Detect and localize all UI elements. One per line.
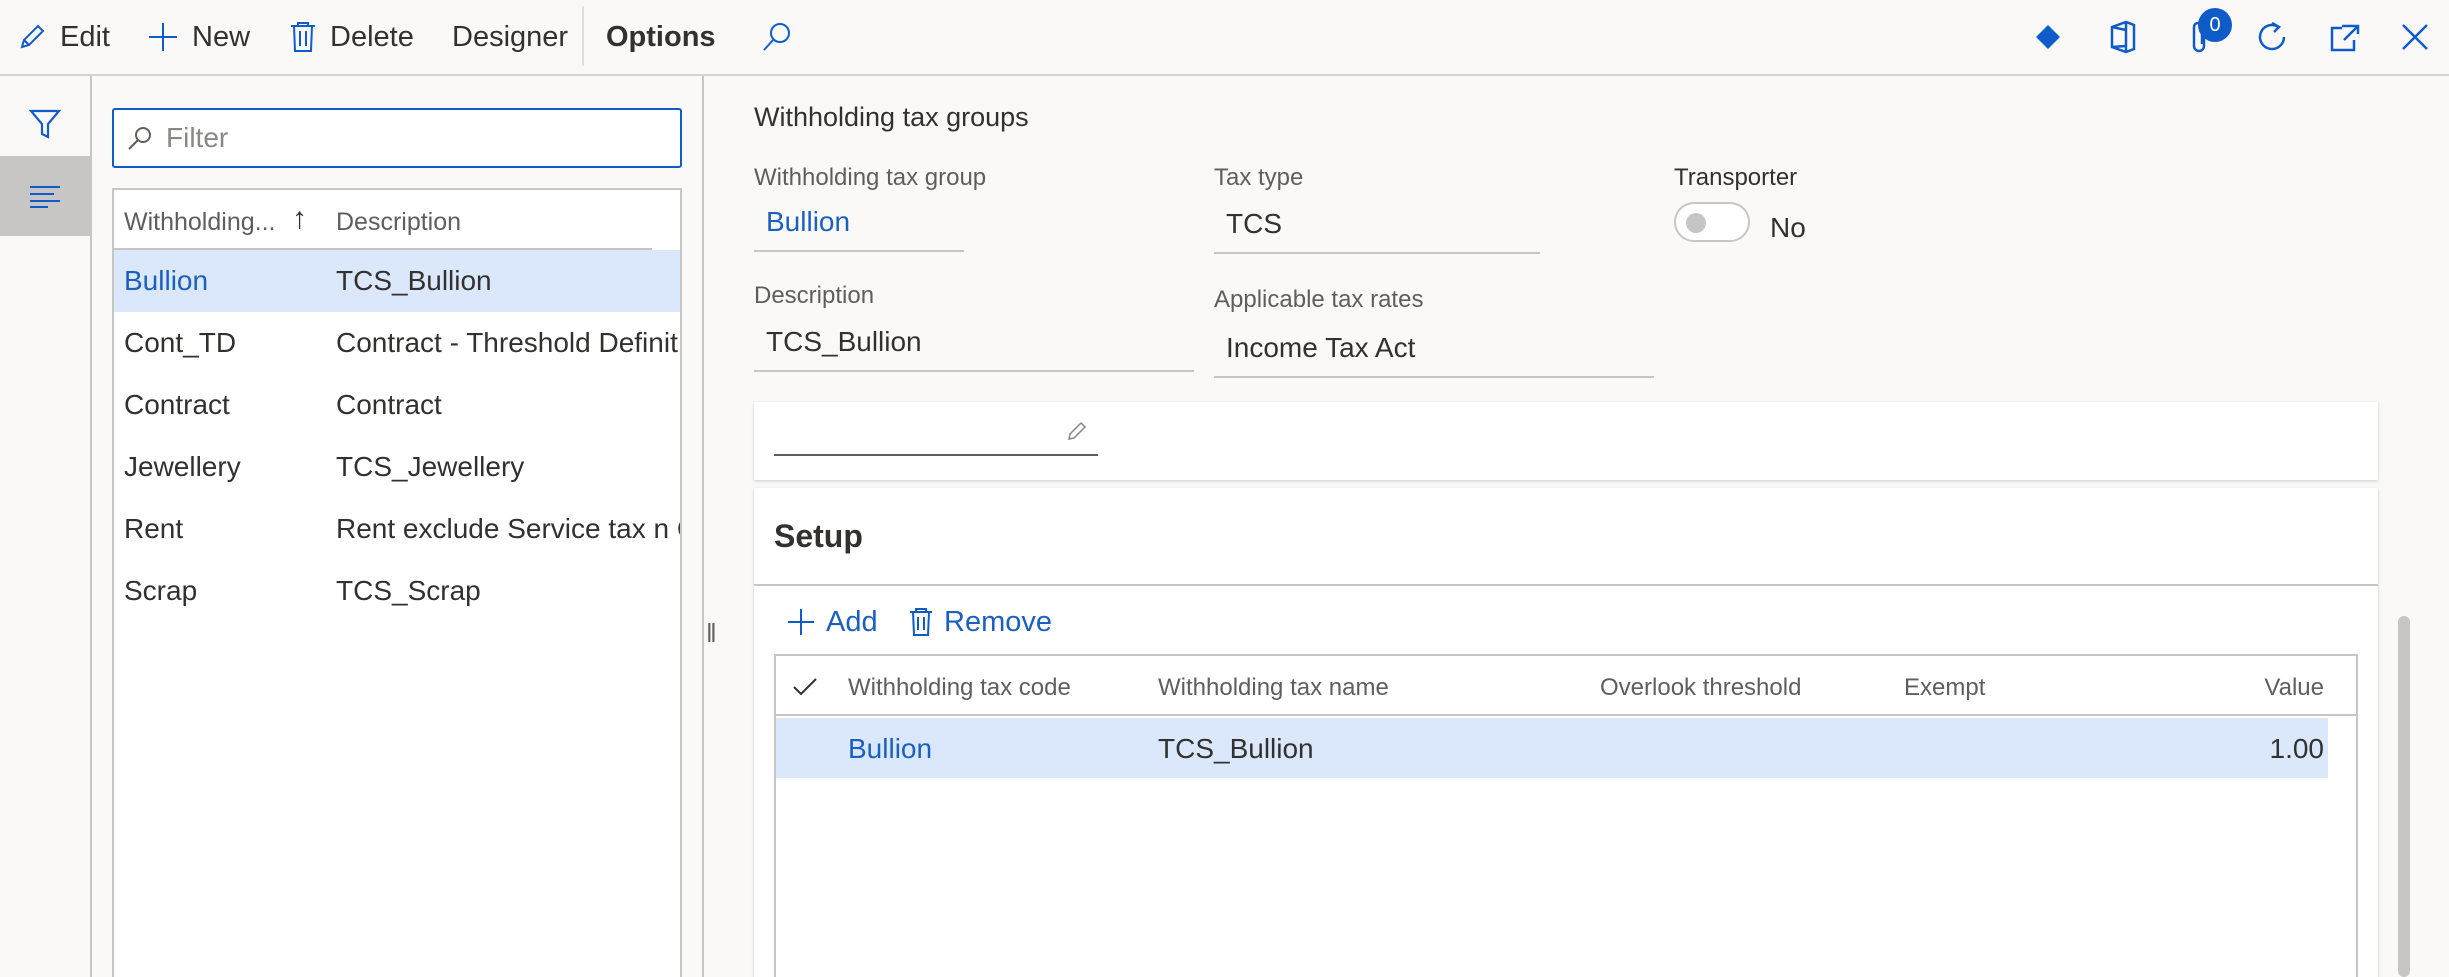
list-cell-group: Jewellery: [124, 451, 241, 482]
pencil-icon: [20, 24, 45, 49]
remove-label: Remove: [944, 605, 1052, 638]
column-header-value[interactable]: Value: [2264, 674, 2324, 702]
personalization-card: [754, 402, 2378, 480]
list-row[interactable]: Scrap TCS_Scrap: [114, 560, 680, 622]
action-separator: [582, 6, 584, 66]
trash-icon: [910, 608, 932, 636]
column-header-name[interactable]: Withholding tax name: [1158, 674, 1389, 702]
add-label: Add: [826, 605, 878, 638]
applicable-rates-label: Applicable tax rates: [1214, 286, 1424, 313]
filter-box[interactable]: [112, 108, 682, 168]
edit-button[interactable]: Edit: [16, 0, 110, 74]
list-cell-group: Contract: [124, 389, 230, 420]
edit-label: Edit: [60, 20, 110, 53]
column-header-exempt[interactable]: Exempt: [1904, 674, 1985, 702]
power-apps-button[interactable]: [2032, 0, 2076, 74]
applicable-rates-field[interactable]: Income Tax Act: [1214, 322, 1654, 378]
list-pane: Withholding... ↑ Description Bullion TCS…: [92, 76, 704, 977]
close-button[interactable]: [2400, 0, 2442, 74]
show-filters-button[interactable]: [0, 96, 90, 152]
list-cell-description: TCS_Scrap: [336, 575, 481, 606]
list-cell-description: Rent exclude Service tax n C: [336, 513, 680, 544]
groups-list-grid: Withholding... ↑ Description Bullion TCS…: [112, 188, 682, 977]
editable-field[interactable]: [774, 416, 1098, 456]
trash-icon: [291, 22, 315, 52]
new-label: New: [192, 20, 251, 53]
refresh-button[interactable]: [2254, 0, 2302, 74]
refresh-icon: [2258, 21, 2286, 51]
list-row[interactable]: Jewellery TCS_Jewellery: [114, 436, 680, 498]
transporter-label: Transporter: [1674, 164, 1798, 191]
list-row[interactable]: Cont_TD Contract - Threshold Definit: [114, 312, 680, 374]
sort-ascending-icon: ↑: [292, 202, 307, 235]
list-row[interactable]: Contract Contract: [114, 374, 680, 436]
list-cell-description: Contract: [336, 389, 442, 420]
filter-input[interactable]: [166, 122, 646, 154]
column-header-code[interactable]: Withholding tax code: [848, 674, 1071, 702]
new-button[interactable]: New: [146, 0, 250, 74]
column-header-overlook[interactable]: Overlook threshold: [1600, 674, 1801, 702]
delete-label: Delete: [330, 20, 414, 53]
designer-button[interactable]: Designer: [452, 0, 568, 74]
list-cell-group: Cont_TD: [124, 327, 237, 358]
list-cell-description: TCS_Bullion: [336, 265, 492, 296]
search-icon: [128, 127, 151, 150]
description-label: Description: [754, 282, 875, 309]
search-button[interactable]: [760, 0, 806, 74]
options-label: Options: [606, 20, 716, 53]
pencil-icon: [1068, 421, 1087, 440]
open-new-window-button[interactable]: [2328, 0, 2374, 74]
vertical-scrollbar[interactable]: [2398, 616, 2410, 977]
cell-name: TCS_Bullion: [1158, 733, 1314, 764]
list-cell-group: Scrap: [124, 575, 198, 606]
attachments-count-badge: 0: [2198, 8, 2232, 42]
table-row[interactable]: Bullion TCS_Bullion 1.00: [776, 718, 2328, 778]
diamond-grid-icon: [2036, 25, 2060, 49]
group-field[interactable]: Bullion: [754, 196, 964, 252]
remove-button[interactable]: Remove: [908, 602, 1052, 642]
list-icon: [30, 186, 60, 208]
list-row[interactable]: Rent Rent exclude Service tax n C: [114, 498, 680, 560]
tax-type-field[interactable]: TCS: [1214, 198, 1540, 254]
setup-section: Setup Add Remove Withholding tax code Wi…: [754, 488, 2378, 977]
group-field-label: Withholding tax group: [754, 164, 987, 191]
add-button[interactable]: Add: [786, 602, 878, 642]
transporter-toggle[interactable]: [1674, 202, 1750, 242]
tax-type-label: Tax type: [1214, 164, 1304, 191]
cell-code[interactable]: Bullion: [848, 733, 932, 765]
toggle-knob: [1686, 213, 1706, 233]
navigation-strip: [0, 76, 92, 977]
details-pane: Withholding tax groups Withholding tax g…: [706, 76, 2449, 977]
list-header: Withholding... ↑ Description: [114, 190, 652, 250]
plus-icon: [788, 609, 814, 635]
list-row[interactable]: Bullion TCS_Bullion: [114, 250, 680, 312]
cell-value: 1.00: [2269, 733, 2325, 764]
search-icon: [763, 23, 790, 51]
pop-out-icon: [2330, 24, 2360, 52]
plus-icon: [149, 23, 177, 51]
list-cell-description: TCS_Jewellery: [336, 451, 525, 482]
transporter-value: No: [1770, 212, 1806, 243]
close-icon: [2402, 24, 2428, 50]
description-field[interactable]: TCS_Bullion: [754, 316, 1194, 372]
setup-title: Setup: [774, 518, 863, 554]
list-cell-group: Bullion: [124, 265, 209, 296]
select-all-checkmark-icon[interactable]: [792, 676, 818, 698]
list-cell-description: Contract - Threshold Definit: [336, 327, 678, 358]
setup-lines-grid: Withholding tax code Withholding tax nam…: [774, 654, 2358, 977]
column-header-description[interactable]: Description: [336, 208, 461, 237]
action-pane: Edit New Delete Designer Options 0: [0, 0, 2449, 76]
list-cell-group: Rent: [124, 513, 184, 544]
filter-icon: [28, 109, 62, 139]
section-divider: [754, 584, 2378, 586]
options-tab[interactable]: Options: [606, 0, 716, 74]
delete-button[interactable]: Delete: [288, 0, 414, 74]
page-caption: Withholding tax groups: [754, 102, 1029, 132]
show-list-button[interactable]: [0, 156, 90, 236]
office-icon: [2110, 20, 2136, 54]
designer-label: Designer: [452, 20, 569, 53]
grid-header: Withholding tax code Withholding tax nam…: [776, 656, 2356, 716]
office-button[interactable]: [2108, 0, 2150, 74]
column-header-group[interactable]: Withholding...: [124, 208, 275, 237]
